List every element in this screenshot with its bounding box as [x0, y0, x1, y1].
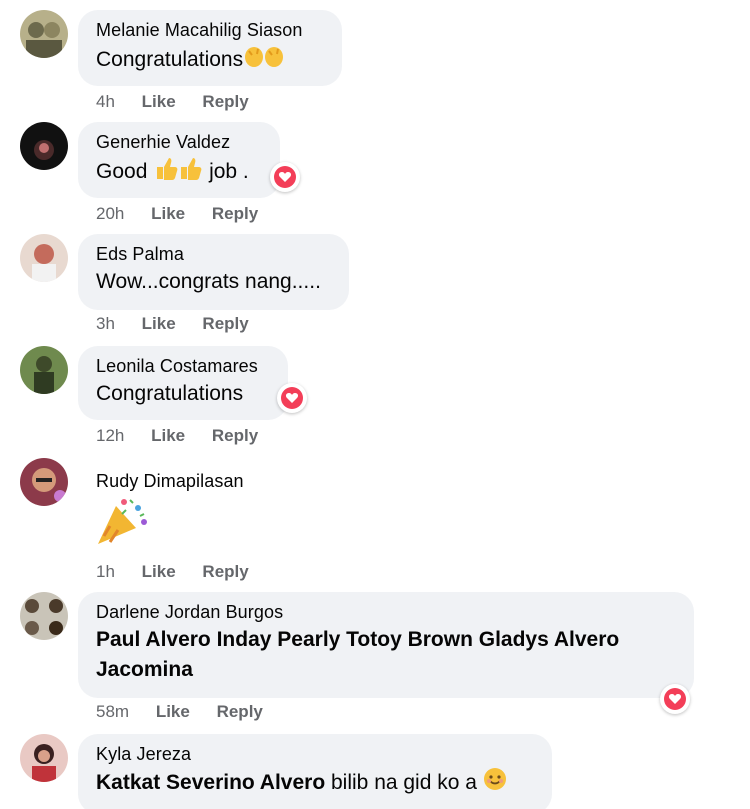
like-button[interactable]: Like [151, 426, 185, 446]
heart-icon [664, 688, 686, 710]
comment-author[interactable]: Darlene Jordan Burgos [96, 601, 676, 623]
avatar[interactable] [20, 122, 68, 170]
love-reaction[interactable] [277, 383, 307, 413]
mention-link[interactable]: Katkat Severino Alvero [96, 771, 325, 794]
reply-button[interactable]: Reply [202, 562, 248, 582]
comment-bubble: Kyla Jereza Katkat Severino Alvero bilib… [78, 734, 552, 809]
comment-meta: 1h Like Reply [96, 562, 271, 582]
thumbs-up-icon [153, 155, 203, 190]
comment-author[interactable]: Generhie Valdez [96, 131, 262, 153]
comment-text-content: Good [96, 160, 148, 184]
love-reaction[interactable] [660, 684, 690, 714]
comments-feed: Melanie Macahilig Siason Congratulations… [0, 0, 750, 809]
timestamp[interactable]: 1h [96, 562, 115, 582]
timestamp[interactable]: 20h [96, 204, 124, 224]
clapping-hands-icon [243, 43, 287, 78]
comment-author[interactable]: Eds Palma [96, 243, 331, 265]
reply-button[interactable]: Reply [217, 702, 263, 722]
comment-bubble: Generhie Valdez Good job . [78, 122, 280, 198]
comment-bubble: Leonila Costamares Congratulations [78, 346, 288, 420]
timestamp[interactable]: 4h [96, 92, 115, 112]
avatar[interactable] [20, 234, 68, 282]
love-reaction[interactable] [270, 162, 300, 192]
avatar[interactable] [20, 592, 68, 640]
comment-author[interactable]: Kyla Jereza [96, 743, 534, 765]
heart-icon [274, 166, 296, 188]
reply-button[interactable]: Reply [202, 92, 248, 112]
comment-bubble: Melanie Macahilig Siason Congratulations [78, 10, 342, 86]
reply-button[interactable]: Reply [212, 204, 258, 224]
mention-link[interactable]: Jacomina [96, 658, 193, 681]
comment-text-content: job . [209, 160, 249, 184]
reply-button[interactable]: Reply [212, 426, 258, 446]
avatar[interactable] [20, 10, 68, 58]
mention-link[interactable]: Paul Alvero Inday Pearly Totoy Brown Gla… [96, 628, 619, 651]
avatar[interactable] [20, 346, 68, 394]
comment-meta: 20h Like Reply [96, 204, 280, 224]
comment-text: Paul Alvero Inday Pearly Totoy Brown Gla… [96, 625, 676, 685]
comment-author[interactable]: Rudy Dimapilasan [96, 470, 244, 492]
comment-meta: 3h Like Reply [96, 314, 271, 334]
comment-author[interactable]: Leonila Costamares [96, 355, 270, 377]
comment-meta: 4h Like Reply [96, 92, 271, 112]
party-popper-icon [94, 496, 150, 553]
comment-text: Katkat Severino Alvero bilib na gid ko a [96, 767, 534, 800]
comment-bubble: Eds Palma Wow...congrats nang..... [78, 234, 349, 310]
comment-meta: 12h Like Reply [96, 426, 280, 446]
timestamp[interactable]: 58m [96, 702, 129, 722]
comment-author[interactable]: Melanie Macahilig Siason [96, 19, 324, 41]
avatar[interactable] [20, 734, 68, 782]
comment-text: Congratulations [96, 382, 244, 405]
comment-text: Good job . [96, 155, 262, 190]
comment-bubble: Darlene Jordan Burgos Paul Alvero Inday … [78, 592, 694, 698]
comment-text: Congratulations [96, 43, 324, 78]
reply-button[interactable]: Reply [202, 314, 248, 334]
comment-text: Wow...congrats nang..... [96, 270, 321, 293]
avatar[interactable] [20, 458, 68, 506]
smiling-face-icon [483, 767, 507, 800]
heart-icon [281, 387, 303, 409]
like-button[interactable]: Like [142, 92, 176, 112]
comment-text-content: bilib na gid ko a [331, 771, 477, 795]
like-button[interactable]: Like [142, 562, 176, 582]
timestamp[interactable]: 3h [96, 314, 115, 334]
like-button[interactable]: Like [151, 204, 185, 224]
like-button[interactable]: Like [156, 702, 190, 722]
timestamp[interactable]: 12h [96, 426, 124, 446]
comment-text-content: Congratulations [96, 48, 244, 72]
like-button[interactable]: Like [142, 314, 176, 334]
comment-meta: 58m Like Reply [96, 702, 285, 722]
